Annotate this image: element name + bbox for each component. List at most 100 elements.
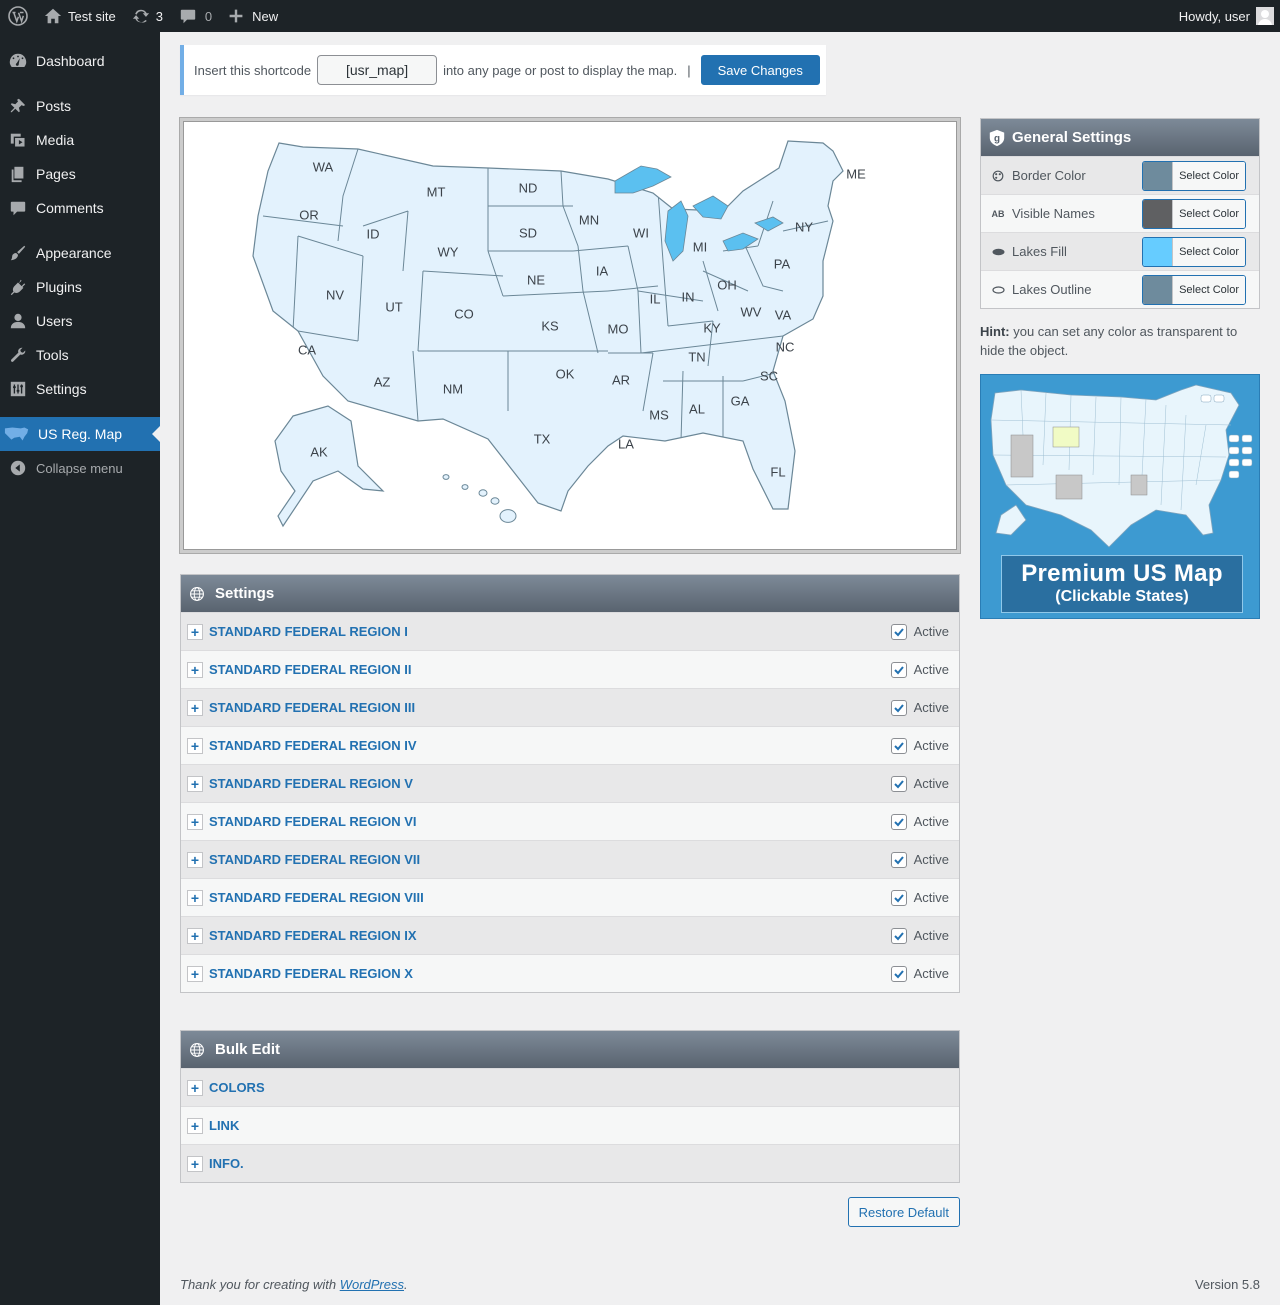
state-label-tx[interactable]: TX (534, 431, 551, 446)
active-toggle[interactable]: Active (890, 813, 949, 830)
wordpress-logo-icon[interactable] (0, 0, 36, 32)
active-toggle[interactable]: Active (890, 965, 949, 982)
state-label-la[interactable]: LA (618, 436, 634, 451)
state-label-tn[interactable]: TN (688, 349, 705, 364)
save-changes-button[interactable]: Save Changes (700, 55, 820, 85)
region-label[interactable]: STANDARD FEDERAL REGION X (209, 966, 413, 981)
state-label-wy[interactable]: WY (438, 244, 459, 259)
state-label-ga[interactable]: GA (731, 393, 750, 408)
active-toggle[interactable]: Active (890, 889, 949, 906)
expand-plus-icon[interactable]: + (187, 1117, 203, 1134)
active-checkbox[interactable] (890, 813, 907, 830)
alaska-shape[interactable] (274, 405, 385, 528)
border-color-picker[interactable]: Select Color (1142, 160, 1246, 191)
state-label-az[interactable]: AZ (374, 374, 391, 389)
region-label[interactable]: STANDARD FEDERAL REGION V (209, 776, 413, 791)
active-checkbox[interactable] (890, 889, 907, 906)
state-label-al[interactable]: AL (689, 401, 705, 416)
state-label-mt[interactable]: MT (427, 184, 446, 199)
state-label-il[interactable]: IL (650, 291, 661, 306)
expand-plus-icon[interactable]: + (187, 623, 203, 640)
active-checkbox[interactable] (890, 775, 907, 792)
collapse-menu-button[interactable]: Collapse menu (0, 451, 160, 485)
state-label-wi[interactable]: WI (633, 225, 649, 240)
sidebar-item-us-reg-map[interactable]: US Reg. Map (0, 417, 160, 451)
sidebar-item-posts[interactable]: Posts (0, 89, 160, 123)
hawaii-island-shape[interactable] (478, 489, 488, 497)
expand-plus-icon[interactable]: + (187, 927, 203, 944)
state-label-ne[interactable]: NE (527, 272, 545, 287)
sidebar-item-comments[interactable]: Comments (0, 191, 160, 225)
expand-plus-icon[interactable]: + (187, 965, 203, 982)
hawaii-island-shape[interactable] (461, 484, 469, 490)
state-label-nd[interactable]: ND (519, 180, 538, 195)
state-label-mi[interactable]: MI (693, 239, 707, 254)
bulk-edit-label[interactable]: COLORS (209, 1080, 265, 1095)
active-toggle[interactable]: Active (890, 927, 949, 944)
restore-default-button[interactable]: Restore Default (847, 1197, 960, 1227)
state-label-oh[interactable]: OH (717, 277, 737, 292)
region-label[interactable]: STANDARD FEDERAL REGION VI (209, 814, 417, 829)
state-label-nc[interactable]: NC (776, 339, 795, 354)
active-checkbox[interactable] (890, 851, 907, 868)
hawaii-island-shape[interactable] (490, 497, 500, 505)
shortcode-input[interactable] (317, 55, 438, 85)
premium-map-promo[interactable]: Premium US Map (Clickable States) (980, 374, 1260, 619)
state-label-ks[interactable]: KS (541, 318, 559, 333)
active-toggle[interactable]: Active (890, 699, 949, 716)
sidebar-item-plugins[interactable]: Plugins (0, 270, 160, 304)
expand-plus-icon[interactable]: + (187, 889, 203, 906)
sidebar-item-pages[interactable]: Pages (0, 157, 160, 191)
state-label-wv[interactable]: WV (741, 304, 762, 319)
wordpress-link[interactable]: WordPress (340, 1277, 404, 1292)
state-label-sd[interactable]: SD (519, 225, 537, 240)
expand-plus-icon[interactable]: + (187, 699, 203, 716)
expand-plus-icon[interactable]: + (187, 813, 203, 830)
active-toggle[interactable]: Active (890, 737, 949, 754)
region-label[interactable]: STANDARD FEDERAL REGION IX (209, 928, 417, 943)
active-checkbox[interactable] (890, 927, 907, 944)
active-checkbox[interactable] (890, 965, 907, 982)
region-label[interactable]: STANDARD FEDERAL REGION VII (209, 852, 420, 867)
new-content-link[interactable]: New (220, 0, 286, 32)
us-map-svg[interactable]: WA OR CA ID NV MT WY UT AZ CO NM ND SD NE KS OK TX MN IA MO… (183, 121, 957, 550)
active-toggle[interactable]: Active (890, 623, 949, 640)
region-label[interactable]: STANDARD FEDERAL REGION III (209, 700, 415, 715)
bulk-edit-label[interactable]: INFO. (209, 1156, 244, 1171)
state-label-nm[interactable]: NM (443, 381, 463, 396)
state-label-mn[interactable]: MN (579, 212, 599, 227)
state-label-ky[interactable]: KY (703, 320, 721, 335)
state-label-or[interactable]: OR (299, 207, 319, 222)
state-label-fl[interactable]: FL (770, 464, 785, 479)
hawaii-island-shape[interactable] (442, 474, 450, 480)
state-label-nv[interactable]: NV (326, 287, 344, 302)
my-account-link[interactable]: Howdy, user (1171, 0, 1280, 32)
region-label[interactable]: STANDARD FEDERAL REGION VIII (209, 890, 424, 905)
expand-plus-icon[interactable]: + (187, 775, 203, 792)
expand-plus-icon[interactable]: + (187, 851, 203, 868)
lakes-fill-color-picker[interactable]: Select Color (1142, 236, 1246, 267)
region-label[interactable]: STANDARD FEDERAL REGION I (209, 624, 408, 639)
state-label-ut[interactable]: UT (385, 299, 402, 314)
active-checkbox[interactable] (890, 623, 907, 640)
state-label-me[interactable]: ME (846, 166, 866, 181)
active-toggle[interactable]: Active (890, 851, 949, 868)
comments-link[interactable]: 0 (171, 0, 220, 32)
state-label-ak[interactable]: AK (310, 444, 328, 459)
state-label-ar[interactable]: AR (612, 372, 630, 387)
sidebar-item-users[interactable]: Users (0, 304, 160, 338)
expand-plus-icon[interactable]: + (187, 1155, 203, 1172)
state-label-pa[interactable]: PA (774, 256, 791, 271)
lakes-outline-color-picker[interactable]: Select Color (1142, 274, 1246, 305)
active-checkbox[interactable] (890, 737, 907, 754)
expand-plus-icon[interactable]: + (187, 661, 203, 678)
active-toggle[interactable]: Active (890, 775, 949, 792)
active-checkbox[interactable] (890, 661, 907, 678)
state-label-ms[interactable]: MS (649, 407, 669, 422)
expand-plus-icon[interactable]: + (187, 737, 203, 754)
state-label-va[interactable]: VA (775, 307, 792, 322)
hawaii-island-shape[interactable] (499, 509, 517, 523)
sidebar-item-tools[interactable]: Tools (0, 338, 160, 372)
expand-plus-icon[interactable]: + (187, 1079, 203, 1096)
active-toggle[interactable]: Active (890, 661, 949, 678)
